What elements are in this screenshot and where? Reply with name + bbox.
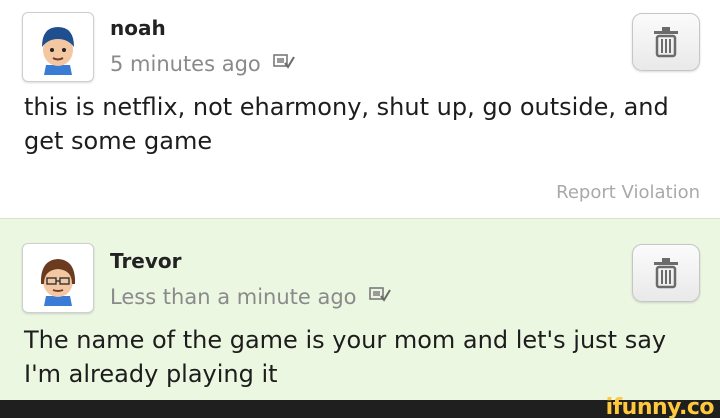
delete-button[interactable] (632, 244, 700, 302)
username[interactable]: Trevor (110, 249, 182, 273)
timestamp-row: 5 minutes ago (110, 52, 295, 76)
avatar[interactable] (22, 243, 94, 313)
mii-avatar-icon (42, 27, 74, 75)
trash-icon (654, 258, 678, 289)
device-checkmark-icon (272, 52, 295, 76)
timestamp-row: Less than a minute ago (110, 285, 391, 309)
comment-post-noah: noah 5 minutes ago this is netflix, not … (0, 0, 720, 218)
comment-body: The name of the game is your mom and let… (24, 326, 667, 388)
delete-button[interactable] (632, 13, 700, 71)
username[interactable]: noah (110, 16, 166, 40)
avatar[interactable] (22, 12, 94, 82)
watermark-logo: ifunny.co (605, 395, 715, 420)
mii-avatar-icon (40, 259, 76, 306)
trash-icon (654, 27, 678, 58)
report-violation-link[interactable]: Report Violation (556, 182, 700, 203)
comment-post-trevor: Trevor Less than a minute ago The name o… (0, 218, 720, 401)
device-checkmark-icon (368, 285, 391, 309)
timestamp: Less than a minute ago (110, 285, 357, 309)
timestamp: 5 minutes ago (110, 52, 261, 76)
comment-body: this is netflix, not eharmony, shut up, … (24, 93, 669, 155)
